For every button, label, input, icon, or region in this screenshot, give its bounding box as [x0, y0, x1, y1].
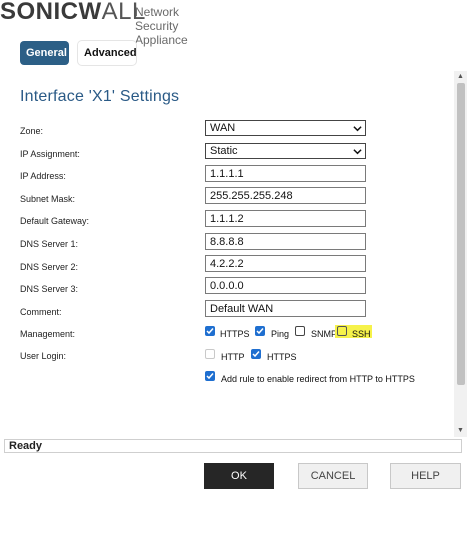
http-login-checkbox[interactable]: [205, 349, 215, 359]
redirect-rule-label: Add rule to enable redirect from HTTP to…: [221, 374, 415, 384]
comment-label: Comment:: [20, 307, 62, 317]
checkmark-icon: [252, 351, 260, 358]
zone-label: Zone:: [20, 126, 44, 136]
ip-assignment-value: Static: [210, 145, 238, 157]
default-gateway-label: Default Gateway:: [20, 216, 90, 226]
sonicwall-logo: SONICWALL: [0, 0, 146, 25]
dns-server-3-input[interactable]: 0.0.0.0: [205, 277, 366, 294]
subnet-mask-label: Subnet Mask:: [20, 194, 76, 204]
ip-assignment-label: IP Assignment:: [20, 149, 80, 159]
https-login-label: HTTPS: [267, 352, 297, 362]
vertical-scrollbar[interactable]: ▲ ▼: [454, 71, 467, 437]
https-login-checkbox[interactable]: [251, 349, 261, 359]
ip-address-input[interactable]: 1.1.1.1: [205, 165, 366, 182]
scrollbar-thumb[interactable]: [457, 83, 465, 385]
dns-server-1-input[interactable]: 8.8.8.8: [205, 233, 366, 250]
snmp-management-label: SNMP: [311, 329, 338, 339]
snmp-management-checkbox[interactable]: [295, 326, 305, 336]
https-management-checkbox[interactable]: [205, 326, 215, 336]
ip-address-label: IP Address:: [20, 171, 66, 181]
http-login-label: HTTP: [221, 352, 245, 362]
subnet-mask-input[interactable]: 255.255.255.248: [205, 187, 366, 204]
ok-button[interactable]: OK: [204, 463, 274, 489]
ping-management-label: Ping: [271, 329, 290, 339]
help-button[interactable]: HELP: [390, 463, 461, 489]
ip-assignment-select[interactable]: Static: [205, 143, 366, 159]
tab-general[interactable]: General: [20, 41, 69, 65]
ssh-management-label: SSH: [352, 329, 371, 339]
zone-select[interactable]: WAN: [205, 120, 366, 136]
status-text: Ready: [9, 440, 43, 452]
ping-management-checkbox[interactable]: [255, 326, 265, 336]
chevron-down-icon: [353, 149, 362, 155]
checkmark-icon: [206, 373, 214, 380]
ssh-management-checkbox[interactable]: [337, 326, 347, 336]
management-label: Management:: [20, 329, 76, 339]
checkmark-icon: [206, 328, 214, 335]
user-login-label: User Login:: [20, 351, 67, 361]
settings-panel: Interface 'X1' Settings Zone: WAN IP Ass…: [0, 73, 453, 435]
logo-text-bold: SONICW: [0, 0, 102, 25]
dns-server-1-label: DNS Server 1:: [20, 239, 79, 249]
zone-value: WAN: [210, 122, 236, 134]
scroll-up-arrow-icon[interactable]: ▲: [454, 71, 467, 83]
dns-server-2-label: DNS Server 2:: [20, 262, 79, 272]
cancel-button[interactable]: CANCEL: [298, 463, 368, 489]
status-bar: Ready: [4, 439, 462, 453]
tab-advanced[interactable]: Advanced: [78, 41, 137, 65]
checkmark-icon: [256, 328, 264, 335]
redirect-rule-checkbox[interactable]: [205, 371, 215, 381]
https-management-label: HTTPS: [220, 329, 250, 339]
chevron-down-icon: [353, 126, 362, 132]
page-title: Interface 'X1' Settings: [20, 88, 180, 105]
dns-server-2-input[interactable]: 4.2.2.2: [205, 255, 366, 272]
scroll-down-arrow-icon[interactable]: ▼: [454, 425, 467, 437]
default-gateway-input[interactable]: 1.1.1.2: [205, 210, 366, 227]
dns-server-3-label: DNS Server 3:: [20, 284, 79, 294]
comment-input[interactable]: Default WAN: [205, 300, 366, 317]
app-subtitle: Network Security Appliance: [135, 5, 188, 47]
